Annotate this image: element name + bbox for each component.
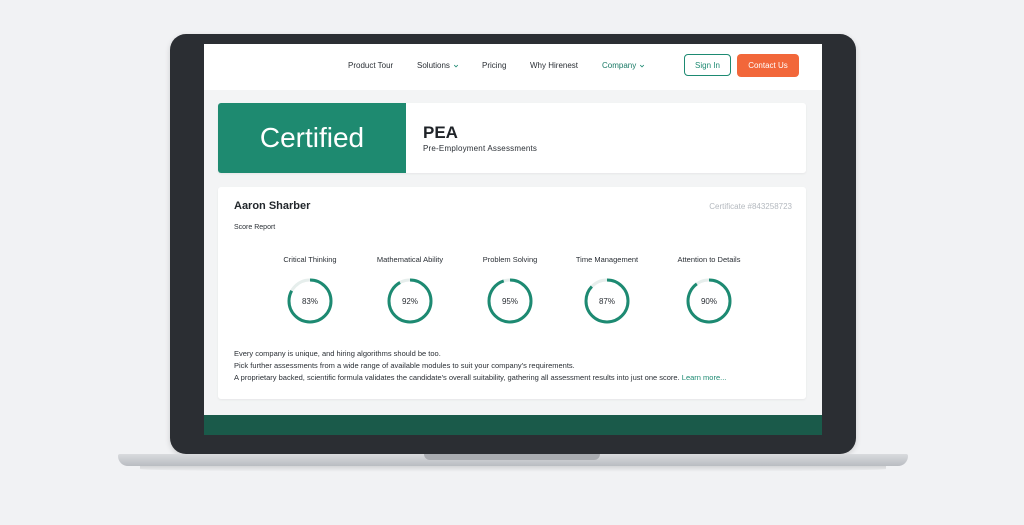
metric-percent: 83%: [302, 297, 318, 306]
nav-label: Why Hirenest: [530, 61, 579, 70]
description-line: Pick further assessments from a wide ran…: [234, 361, 575, 370]
score-report-card: Aaron Sharber Certificate #843258723 Sco…: [218, 187, 806, 399]
nav-pricing[interactable]: Pricing: [482, 61, 506, 70]
metric-2: Problem Solving 95%: [460, 255, 560, 326]
sign-in-button[interactable]: Sign In: [684, 54, 731, 76]
laptop-shadow: [140, 466, 886, 472]
metric-label: Mathematical Ability: [376, 255, 444, 264]
description-text: A proprietary backed, scientific formula…: [234, 373, 680, 382]
nav-product-tour[interactable]: Product Tour: [348, 61, 393, 70]
metric-3: Time Management 87%: [557, 255, 657, 326]
metric-4: Attention to Details 90%: [659, 255, 759, 326]
nav-label: Solutions: [417, 61, 450, 70]
nav-label: Company: [602, 61, 637, 70]
assessment-title: PEA: [423, 123, 458, 142]
chevron-down-icon: [640, 64, 645, 67]
nav-company[interactable]: Company: [602, 61, 645, 70]
metric-percent: 95%: [502, 297, 518, 306]
metric-percent: 87%: [599, 297, 615, 306]
top-navbar: Product Tour Solutions Pricing Why Hiren…: [204, 44, 822, 90]
score-ring: 92%: [387, 278, 433, 324]
metric-label: Critical Thinking: [283, 255, 337, 264]
candidate-name: Aaron Sharber: [234, 200, 311, 212]
score-report-label: Score Report: [234, 224, 276, 231]
contact-us-button[interactable]: Contact Us: [737, 54, 799, 77]
metric-0: Critical Thinking 83%: [260, 255, 360, 326]
assessment-subtitle: Pre-Employment Assessments: [423, 144, 538, 153]
nav-label: Product Tour: [348, 61, 394, 70]
chevron-down-icon: [453, 64, 459, 67]
learn-more-link[interactable]: Learn more...: [682, 373, 727, 382]
description-line: A proprietary backed, scientific formula…: [234, 373, 726, 382]
metric-1: Mathematical Ability 92%: [360, 255, 460, 326]
metric-percent: 92%: [402, 297, 418, 306]
description-line: Every company is unique, and hiring algo…: [234, 349, 441, 358]
certificate-number: Certificate #843258723: [709, 202, 792, 211]
metric-label: Time Management: [575, 255, 639, 264]
metric-label: Problem Solving: [482, 255, 538, 264]
metric-label: Attention to Details: [677, 255, 741, 264]
certificate-header-card: Certified PEA Pre-Employment Assessments: [218, 103, 806, 173]
nav-why-hirenest[interactable]: Why Hirenest: [530, 61, 578, 70]
score-ring: 90%: [686, 278, 732, 324]
score-ring: 87%: [584, 278, 630, 324]
score-ring: 83%: [287, 278, 333, 324]
metric-percent: 90%: [701, 297, 717, 306]
laptop-base-notch: [424, 454, 600, 460]
score-ring: 95%: [487, 278, 533, 324]
nav-label: Pricing: [482, 61, 507, 70]
footer-band: [204, 415, 822, 435]
certified-badge: Certified: [218, 103, 406, 173]
nav-solutions[interactable]: Solutions: [417, 61, 459, 70]
laptop-screen: Product Tour Solutions Pricing Why Hiren…: [204, 44, 822, 435]
